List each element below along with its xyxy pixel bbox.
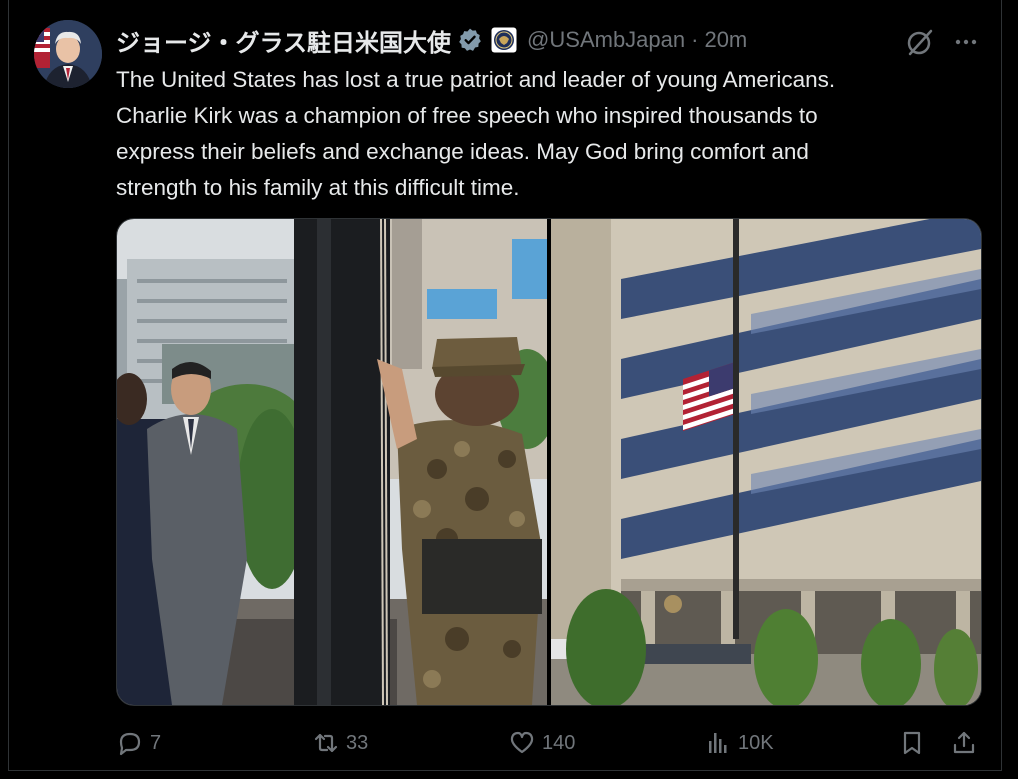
bookmark-icon — [903, 731, 921, 755]
tweet-text-line: The United States has lost a true patrio… — [116, 67, 836, 92]
verified-badge-icon[interactable] — [457, 27, 483, 53]
share-button[interactable] — [950, 726, 978, 760]
views-button[interactable]: 10K — [704, 726, 774, 760]
government-seal-icon — [491, 27, 517, 53]
grok-icon[interactable] — [904, 26, 936, 58]
tweet-text-line: express their beliefs and exchange ideas… — [116, 139, 809, 164]
tweet-text-line: Charlie Kirk was a champion of free spee… — [116, 103, 818, 128]
photo-flag-ceremony[interactable] — [117, 219, 557, 705]
avatar-image — [34, 20, 102, 88]
separator: · — [691, 27, 699, 52]
bookmark-button[interactable] — [898, 726, 926, 760]
like-count: 140 — [542, 731, 576, 754]
tweet-actions: 7 33 140 10K — [116, 726, 980, 760]
share-icon — [953, 731, 975, 754]
views-count: 10K — [738, 731, 774, 754]
author-avatar[interactable] — [34, 20, 102, 88]
display-name[interactable]: ジョージ・グラス駐日米国大使 — [116, 23, 451, 58]
tweet-header: ジョージ・グラス駐日米国大使 @USAmbJapan · 20m — [116, 22, 747, 58]
author-handle[interactable]: @USAmbJapan — [527, 27, 685, 53]
reply-count: 7 — [150, 731, 162, 754]
like-button[interactable]: 140 — [508, 726, 575, 760]
tweet-text: The United States has lost a true patrio… — [116, 62, 976, 206]
repost-button[interactable]: 33 — [312, 726, 368, 760]
heart-icon — [510, 731, 534, 754]
media-grid — [116, 218, 982, 706]
photo-embassy-building[interactable] — [551, 219, 981, 705]
post-time[interactable]: 20m — [704, 27, 747, 53]
more-options-icon[interactable] — [950, 26, 982, 58]
views-icon — [709, 733, 727, 753]
reply-icon — [119, 732, 141, 756]
reply-button[interactable]: 7 — [116, 726, 161, 760]
repost-icon — [314, 733, 338, 753]
tweet-text-line: strength to his family at this difficult… — [116, 175, 520, 200]
repost-count: 33 — [346, 731, 369, 754]
